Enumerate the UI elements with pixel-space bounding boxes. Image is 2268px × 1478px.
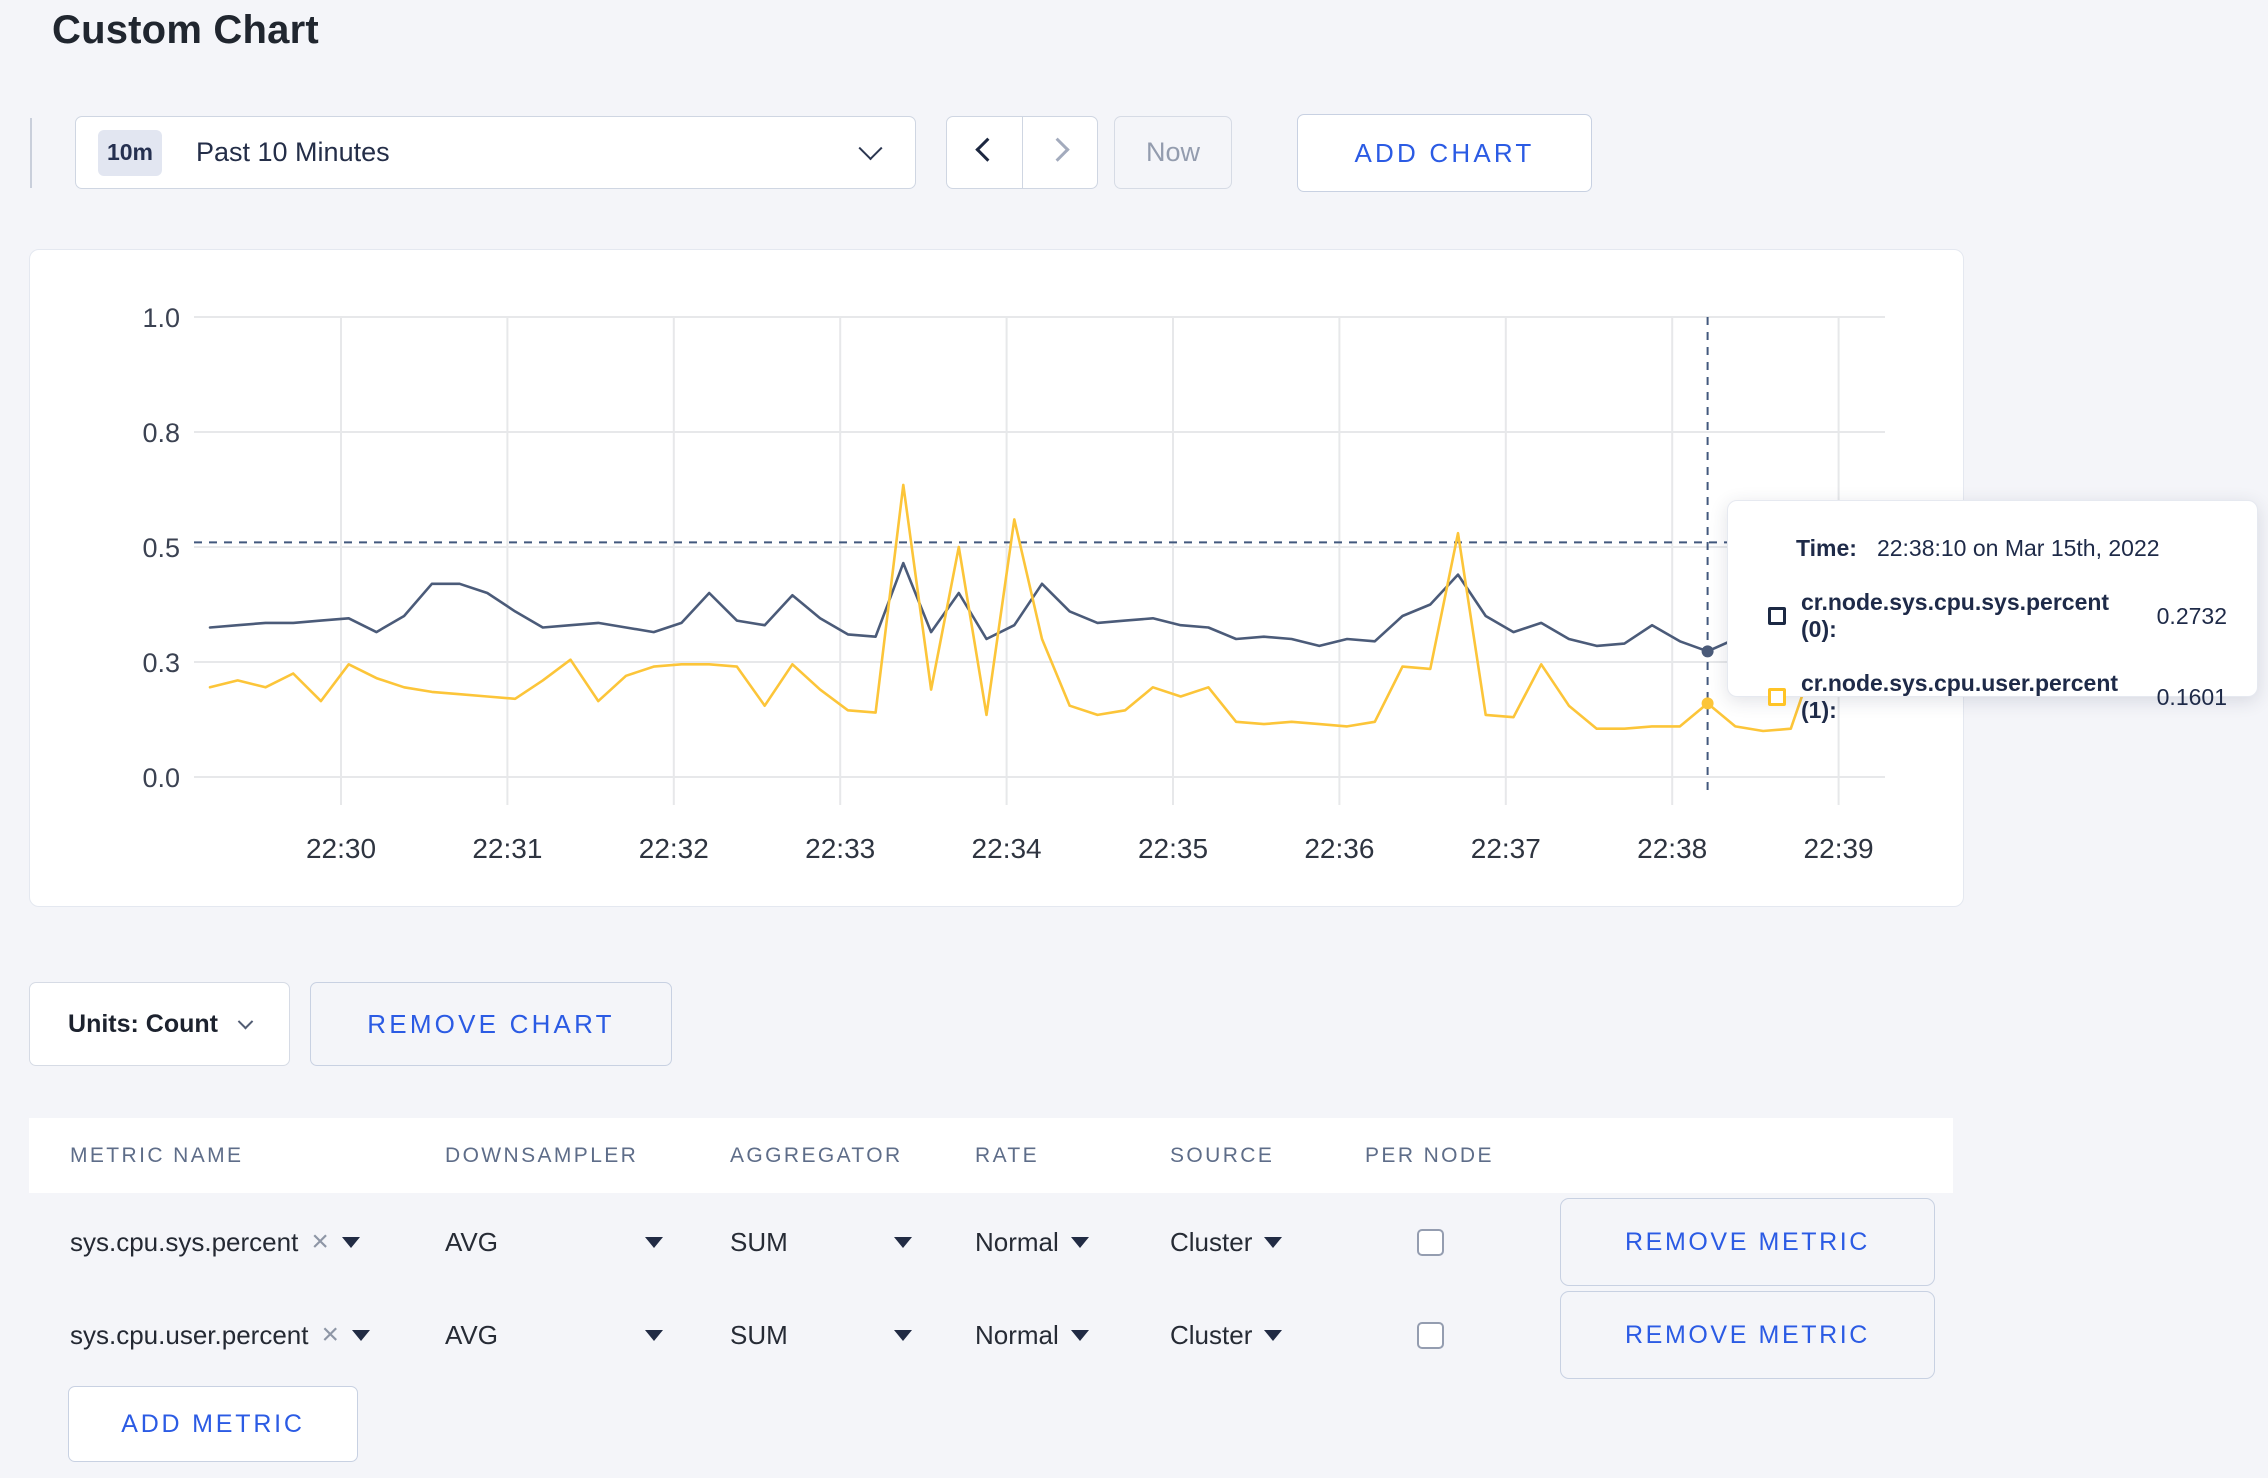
x-axis-tick-label: 22:36 <box>1304 833 1374 864</box>
source-select[interactable]: Cluster <box>1170 1227 1365 1258</box>
series-legend-swatch-icon <box>1768 607 1786 625</box>
source-select-value: Cluster <box>1170 1319 1253 1350</box>
metric-name: sys.cpu.user.percent <box>70 1319 309 1350</box>
tooltip-series-row: cr.node.sys.cpu.user.percent (1): 0.1601 <box>1768 670 2227 724</box>
chevron-left-icon <box>975 137 1000 162</box>
rate-select-value: Normal <box>975 1226 1059 1257</box>
rate-select-value: Normal <box>975 1319 1059 1350</box>
downsampler-select-value: AVG <box>445 1226 498 1257</box>
x-axis-tick-label: 22:35 <box>1138 833 1208 864</box>
aggregator-select-value: SUM <box>730 1319 788 1350</box>
custom-chart-plot[interactable]: 0.0 0.3 0.5 0.8 1.0 22:30 22:31 22:32 22:33 22:34… <box>30 250 1965 908</box>
tooltip-series-value: 0.2732 <box>2156 602 2227 629</box>
source-select-value: Cluster <box>1170 1226 1253 1257</box>
downsampler-select-value: AVG <box>445 1319 498 1350</box>
series-line <box>208 483 1876 733</box>
caret-down-icon <box>645 1329 663 1341</box>
metrics-table-header: METRIC NAME DOWNSAMPLER AGGREGATOR RATE SOUR… <box>29 1118 1953 1193</box>
aggregator-select[interactable]: SUM <box>730 1320 912 1351</box>
remove-metric-button[interactable]: REMOVE METRIC <box>1560 1291 1935 1379</box>
caret-down-icon <box>1264 1329 1283 1341</box>
y-axis-tick-label: 1.0 <box>142 303 180 333</box>
source-select[interactable]: Cluster <box>1170 1320 1365 1351</box>
y-axis-tick-label: 0.0 <box>142 763 180 793</box>
x-axis-tick-label: 22:30 <box>306 833 376 864</box>
per-node-checkbox[interactable] <box>1417 1228 1444 1256</box>
add-chart-button[interactable]: ADD CHART <box>1297 114 1592 192</box>
tooltip-series-label: cr.node.sys.cpu.sys.percent (0): <box>1801 589 2110 642</box>
downsampler-select[interactable]: AVG <box>445 1227 663 1258</box>
page-title: Custom Chart <box>52 8 319 52</box>
column-header: PER NODE <box>1365 1143 1494 1167</box>
column-header: AGGREGATOR <box>730 1143 903 1167</box>
metrics-table: METRIC NAME DOWNSAMPLER AGGREGATOR RATE SOUR… <box>29 1118 1953 1380</box>
series-legend-swatch-icon <box>1768 688 1786 706</box>
x-axis-tick-label: 22:32 <box>639 833 709 864</box>
time-back-button[interactable] <box>947 117 1022 188</box>
y-axis-tick-label: 0.5 <box>142 533 180 563</box>
time-range-dropdown[interactable]: 10m Past 10 Minutes <box>75 116 916 189</box>
clear-metric-icon[interactable]: × <box>321 1320 339 1350</box>
tooltip-series-label: cr.node.sys.cpu.user.percent (1): <box>1801 670 2119 723</box>
hover-point-dot <box>1701 645 1714 658</box>
caret-down-icon <box>341 1236 360 1248</box>
caret-down-icon <box>352 1329 370 1341</box>
units-dropdown[interactable]: Units: Count <box>29 982 290 1066</box>
time-forward-button[interactable] <box>1022 117 1097 188</box>
now-button[interactable]: Now <box>1114 116 1232 189</box>
chevron-down-icon <box>858 136 883 161</box>
tooltip-time-value: 22:38:10 on Mar 15th, 2022 <box>1876 535 2160 561</box>
time-range-badge: 10m <box>98 129 162 176</box>
x-axis-tick-label: 22:31 <box>472 833 542 864</box>
toolbar-divider <box>30 118 32 188</box>
x-axis-tick-label: 22:37 <box>1471 833 1541 864</box>
metric-row: sys.cpu.sys.percent × AVG SUM Normal Cluster R… <box>29 1197 1953 1287</box>
units-label: Units: Count <box>68 1009 218 1038</box>
caret-down-icon <box>645 1236 663 1248</box>
metric-name: sys.cpu.sys.percent <box>70 1226 299 1257</box>
y-axis-tick-label: 0.8 <box>142 418 180 448</box>
caret-down-icon <box>1070 1329 1089 1341</box>
metric-row: sys.cpu.user.percent × AVG SUM Normal Cluster… <box>29 1290 1953 1380</box>
clear-metric-icon[interactable]: × <box>311 1227 329 1257</box>
caret-down-icon <box>1070 1236 1089 1248</box>
metric-name-select[interactable]: sys.cpu.user.percent × <box>70 1320 445 1351</box>
x-axis-tick-label: 22:33 <box>805 833 875 864</box>
add-metric-button[interactable]: ADD METRIC <box>68 1386 358 1462</box>
tooltip-series-value: 0.1601 <box>2156 683 2227 710</box>
x-axis-tick-label: 22:39 <box>1804 833 1874 864</box>
tooltip-series-row: cr.node.sys.cpu.sys.percent (0): 0.2732 <box>1768 589 2227 643</box>
tooltip-time-label: Time: <box>1796 535 1857 561</box>
rate-select[interactable]: Normal <box>975 1227 1170 1258</box>
y-axis-tick-label: 0.3 <box>142 648 180 678</box>
column-header: SOURCE <box>1170 1143 1275 1167</box>
chart-tooltip: Time: 22:38:10 on Mar 15th, 2022 cr.node… <box>1727 500 2258 723</box>
column-header: DOWNSAMPLER <box>445 1143 639 1167</box>
downsampler-select[interactable]: AVG <box>445 1320 663 1351</box>
chevron-right-icon <box>1045 137 1070 162</box>
remove-chart-button[interactable]: REMOVE CHART <box>310 982 672 1066</box>
time-nav-group <box>946 116 1098 189</box>
per-node-checkbox[interactable] <box>1417 1321 1444 1349</box>
chevron-down-icon <box>237 1013 254 1029</box>
metric-name-select[interactable]: sys.cpu.sys.percent × <box>70 1227 445 1258</box>
column-header: RATE <box>975 1143 1040 1167</box>
aggregator-select[interactable]: SUM <box>730 1227 912 1258</box>
caret-down-icon <box>894 1329 912 1341</box>
rate-select[interactable]: Normal <box>975 1320 1170 1351</box>
x-axis-tick-label: 22:38 <box>1637 833 1707 864</box>
chart-card: 0.0 0.3 0.5 0.8 1.0 22:30 22:31 22:32 22:33 22:34… <box>29 249 1964 907</box>
x-axis-tick-label: 22:34 <box>972 833 1042 864</box>
aggregator-select-value: SUM <box>730 1226 788 1257</box>
hover-point-dot <box>1701 697 1714 710</box>
remove-metric-button[interactable]: REMOVE METRIC <box>1560 1198 1935 1286</box>
time-range-label: Past 10 Minutes <box>196 137 390 167</box>
caret-down-icon <box>894 1236 912 1248</box>
column-header: METRIC NAME <box>70 1143 244 1167</box>
caret-down-icon <box>1264 1236 1283 1248</box>
